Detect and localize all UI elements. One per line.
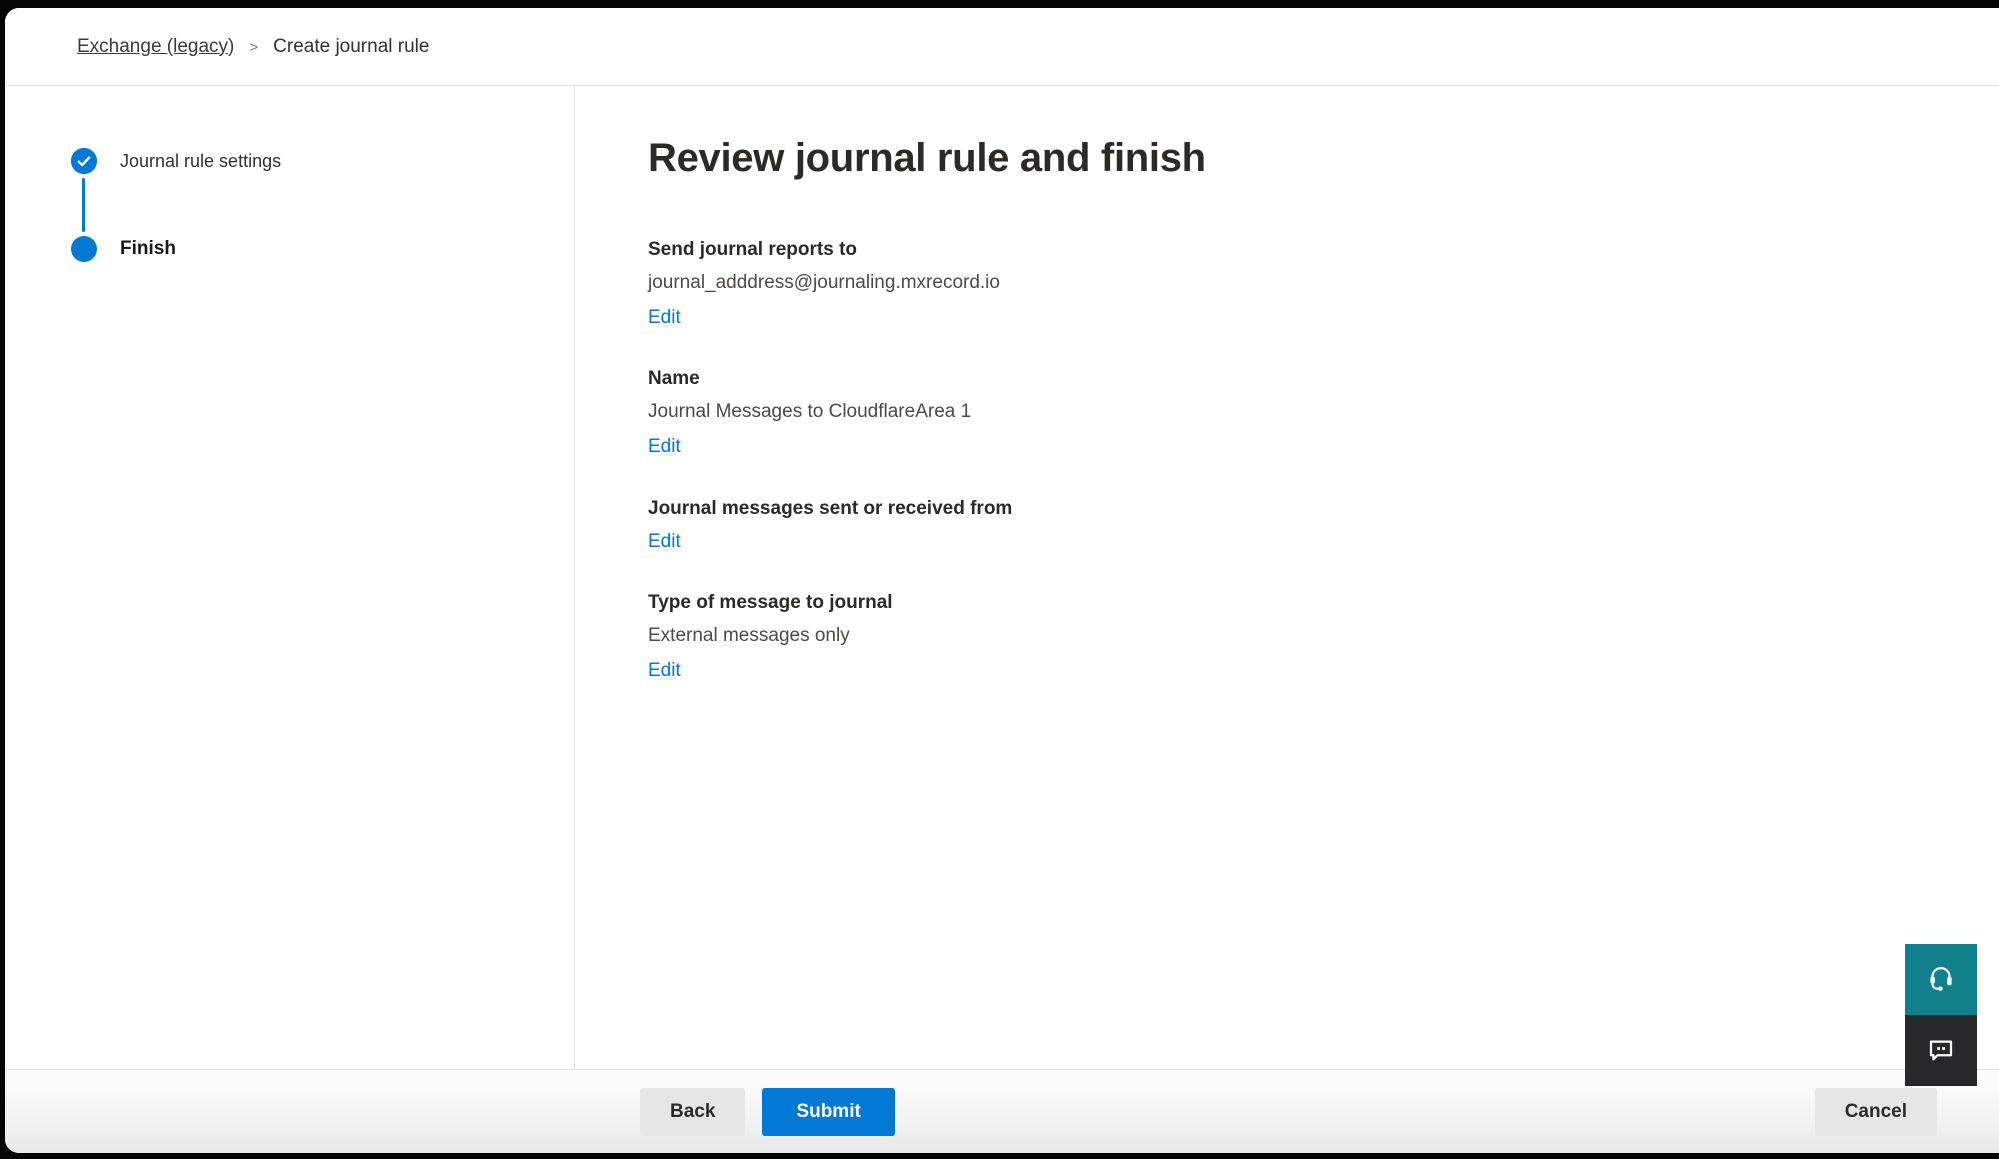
section-type-of-message: Type of message to journal External mess… (648, 592, 1959, 683)
body-row: Journal rule settings Finish Review jour… (5, 86, 1999, 1069)
app-window: Exchange (legacy) > Create journal rule … (5, 8, 1999, 1153)
step-current-dot-icon (71, 236, 97, 262)
back-button[interactable]: Back (640, 1088, 745, 1136)
step-finish[interactable]: Finish (71, 236, 574, 262)
edit-journal-scope-link[interactable]: Edit (648, 529, 681, 555)
journal-report-address-value: journal_adddress@journaling.mxrecord.io (648, 270, 1959, 296)
step-label-journal-rule-settings: Journal rule settings (120, 151, 281, 172)
step-connector-line (82, 178, 85, 232)
main-content: Review journal rule and finish Send jour… (575, 86, 1999, 1069)
breadcrumb-create-journal-rule: Create journal rule (273, 36, 429, 58)
section-label: Send journal reports to (648, 239, 1959, 261)
cancel-button[interactable]: Cancel (1815, 1088, 1937, 1136)
section-label: Name (648, 368, 1959, 390)
breadcrumb: Exchange (legacy) > Create journal rule (77, 36, 429, 58)
feedback-button[interactable] (1905, 1015, 1977, 1086)
section-name: Name Journal Messages to CloudflareArea … (648, 368, 1959, 459)
breadcrumb-chevron-icon: > (249, 39, 258, 56)
rule-name-value: Journal Messages to CloudflareArea 1 (648, 399, 1959, 425)
message-type-value: External messages only (648, 623, 1959, 649)
section-label: Journal messages sent or received from (648, 498, 1959, 520)
wizard-footer: Back Submit Cancel (5, 1069, 1999, 1153)
edit-message-type-link[interactable]: Edit (648, 658, 681, 684)
step-completed-check-icon (71, 148, 97, 174)
wizard-steps-panel: Journal rule settings Finish (5, 86, 575, 1069)
section-journal-messages-sent-or-received: Journal messages sent or received from E… (648, 498, 1959, 555)
chat-icon (1925, 1033, 1957, 1068)
submit-button[interactable]: Submit (762, 1088, 894, 1136)
edit-name-link[interactable]: Edit (648, 434, 681, 460)
section-label: Type of message to journal (648, 592, 1959, 614)
breadcrumb-exchange-legacy[interactable]: Exchange (legacy) (77, 36, 234, 58)
help-support-button[interactable] (1905, 944, 1977, 1015)
section-send-journal-reports-to: Send journal reports to journal_adddress… (648, 239, 1959, 330)
headset-icon (1925, 962, 1957, 997)
top-header: Exchange (legacy) > Create journal rule (5, 8, 1999, 86)
step-label-finish: Finish (120, 238, 176, 260)
edit-send-journal-reports-link[interactable]: Edit (648, 305, 681, 331)
step-journal-rule-settings[interactable]: Journal rule settings (71, 148, 574, 174)
page-title: Review journal rule and finish (648, 136, 1959, 181)
floating-action-stack (1905, 944, 1977, 1086)
